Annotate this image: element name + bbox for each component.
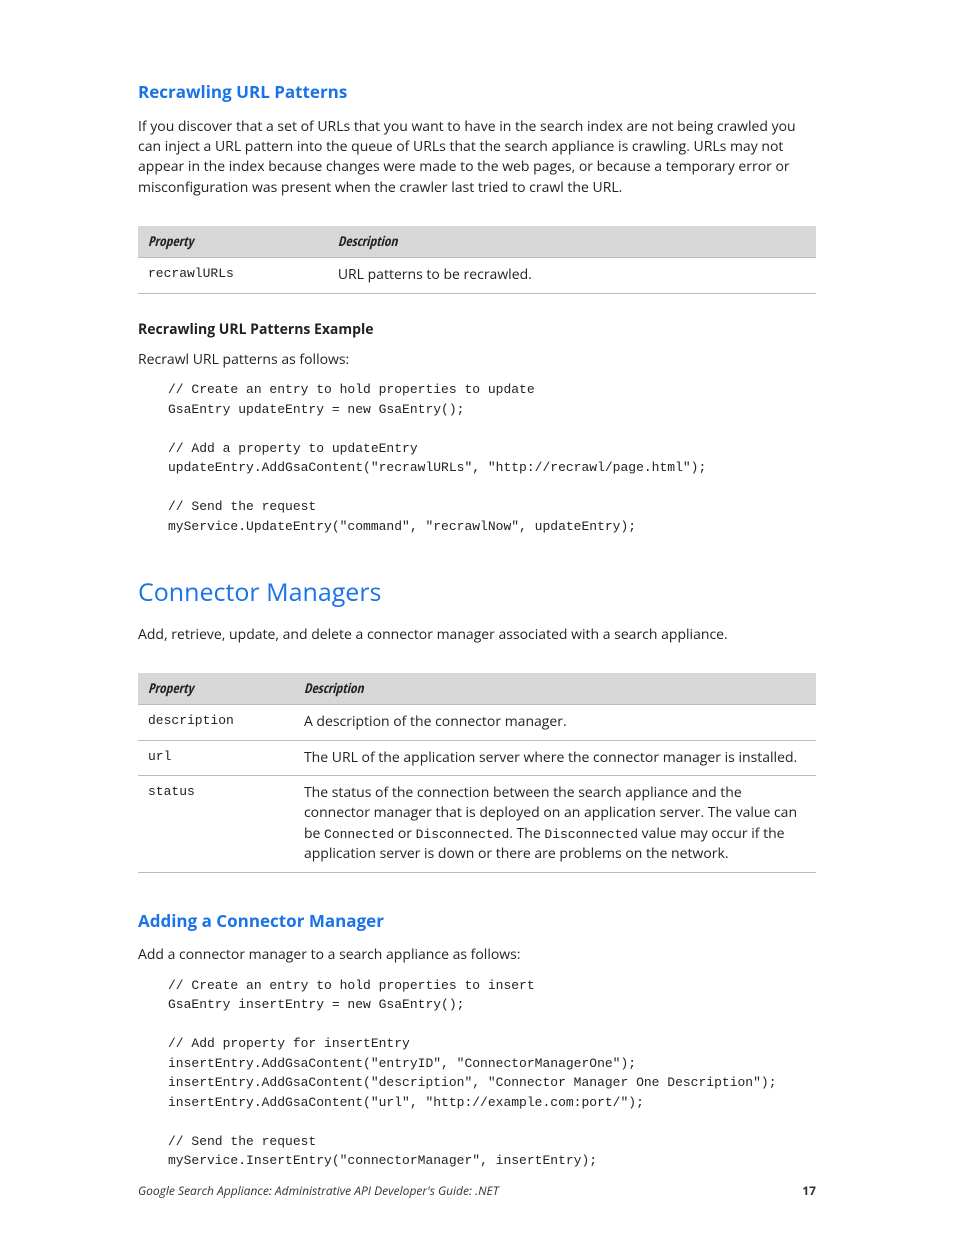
table-recrawling-properties: Property Description recrawlURLs URL pat…: [138, 226, 816, 294]
heading-recrawling-url-patterns: Recrawling URL Patterns: [138, 80, 816, 105]
col-header-description: Description: [294, 673, 816, 705]
cell-property: url: [138, 740, 294, 775]
table-row: url The URL of the application server wh…: [138, 740, 816, 775]
heading-recrawling-example: Recrawling URL Patterns Example: [138, 320, 816, 340]
table-row: status The status of the connection betw…: [138, 775, 816, 872]
table-connector-properties: Property Description description A descr…: [138, 673, 816, 873]
cell-description: The URL of the application server where …: [294, 740, 816, 775]
cell-description: The status of the connection between the…: [294, 775, 816, 872]
paragraph-connector-intro: Add, retrieve, update, and delete a conn…: [138, 625, 816, 645]
cell-property: status: [138, 775, 294, 872]
code-adding-connector-example: // Create an entry to hold properties to…: [168, 976, 816, 1171]
cell-description: URL patterns to be recrawled.: [328, 258, 816, 293]
footer-doc-title: Google Search Appliance: Administrative …: [138, 1182, 499, 1199]
heading-adding-connector-manager: Adding a Connector Manager: [138, 909, 816, 934]
table-row: recrawlURLs URL patterns to be recrawled…: [138, 258, 816, 293]
footer-page-number: 17: [802, 1182, 816, 1199]
heading-connector-managers: Connector Managers: [138, 574, 816, 610]
page-footer: Google Search Appliance: Administrative …: [138, 1182, 816, 1199]
col-header-property: Property: [138, 226, 328, 258]
paragraph-adding-connector-intro: Add a connector manager to a search appl…: [138, 945, 816, 965]
table-row: description A description of the connect…: [138, 705, 816, 740]
code-recrawling-example: // Create an entry to hold properties to…: [168, 380, 816, 536]
col-header-property: Property: [138, 673, 294, 705]
cell-property: description: [138, 705, 294, 740]
cell-description: A description of the connector manager.: [294, 705, 816, 740]
paragraph-recrawling-intro: If you discover that a set of URLs that …: [138, 117, 816, 198]
col-header-description: Description: [328, 226, 816, 258]
cell-property: recrawlURLs: [138, 258, 328, 293]
paragraph-recrawling-example-intro: Recrawl URL patterns as follows:: [138, 350, 816, 370]
